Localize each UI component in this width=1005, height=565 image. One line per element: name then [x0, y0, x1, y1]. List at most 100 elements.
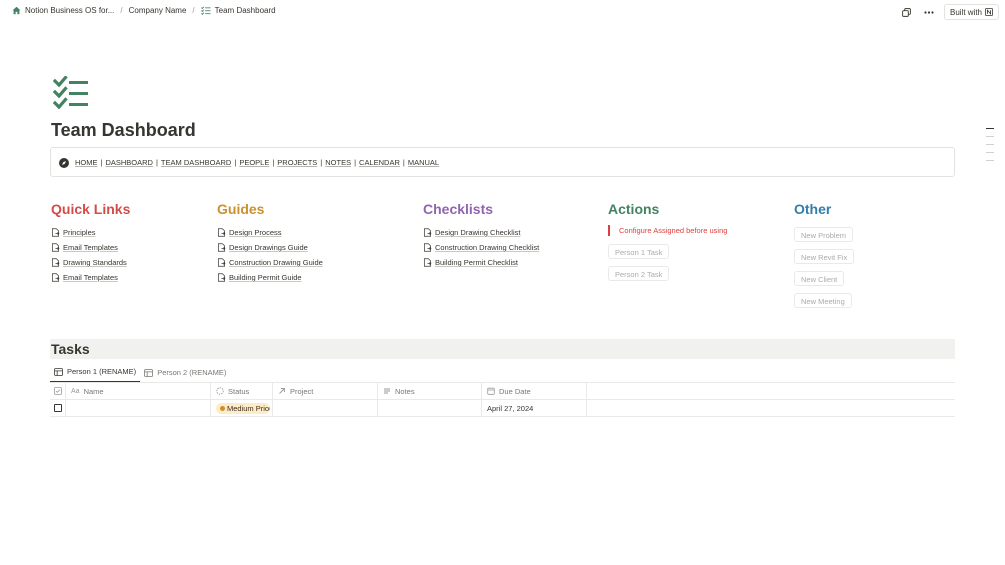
- more-button[interactable]: [922, 5, 936, 19]
- header-name[interactable]: Aa Name: [66, 383, 211, 399]
- tasks-table: Aa Name Status Project Notes Due Date Me…: [50, 383, 955, 417]
- row-name-cell[interactable]: [66, 400, 211, 416]
- new-revit-fix-button[interactable]: New Revit Fix: [794, 249, 855, 264]
- actions-heading: Actions: [608, 201, 660, 217]
- nav-links: HOME | DASHBOARD | TEAM DASHBOARD | PEOP…: [75, 158, 439, 167]
- link-label: Design Process: [229, 228, 282, 237]
- other-heading: Other: [794, 201, 832, 217]
- breadcrumb: Notion Business OS for... / Company Name…: [10, 5, 278, 16]
- outline-marker[interactable]: [986, 152, 994, 153]
- outline-marker[interactable]: [986, 144, 994, 145]
- header-project[interactable]: Project: [273, 383, 378, 399]
- quick-link-principles[interactable]: Principles: [51, 225, 130, 240]
- quick-links-heading: Quick Links: [51, 201, 131, 217]
- nav-link-team-dashboard[interactable]: TEAM DASHBOARD: [161, 158, 231, 167]
- row-empty-cell: [587, 400, 955, 416]
- status-dot-icon: [220, 405, 225, 411]
- quick-link-drawing-standards[interactable]: Drawing Standards: [51, 255, 130, 270]
- page-link-icon: [423, 258, 432, 267]
- person-1-task-button[interactable]: Person 1 Task: [608, 244, 670, 259]
- outline-marker[interactable]: [986, 128, 994, 129]
- nav-separator: |: [320, 157, 323, 167]
- guide-link-design-process[interactable]: Design Process: [217, 225, 323, 240]
- tab-label: Person 1 (RENAME): [67, 367, 137, 376]
- nav-link-calendar[interactable]: CALENDAR: [359, 158, 400, 167]
- nav-separator: |: [234, 157, 237, 167]
- tab-person-1[interactable]: Person 1 (RENAME): [50, 363, 141, 383]
- guides-column: Guides Design Process Design Drawings Gu…: [217, 201, 323, 285]
- page-link-icon: [217, 243, 226, 252]
- nav-link-home[interactable]: HOME: [75, 158, 98, 167]
- duplicate-button[interactable]: [900, 5, 914, 19]
- row-due-date-cell[interactable]: April 27, 2024: [482, 400, 587, 416]
- more-icon: [924, 10, 934, 14]
- nav-link-people[interactable]: PEOPLE: [239, 158, 269, 167]
- table-header-row: Aa Name Status Project Notes Due Date: [50, 383, 955, 400]
- page-link-icon: [217, 273, 226, 282]
- configure-warning-note: Configure Assigned before using: [608, 225, 727, 236]
- done-checkbox[interactable]: [54, 404, 62, 412]
- breadcrumb-label: Company Name: [128, 6, 187, 15]
- status-badge: Medium Priority: [216, 402, 270, 414]
- column-label: Notes: [395, 386, 415, 396]
- nav-callout: HOME | DASHBOARD | TEAM DASHBOARD | PEOP…: [50, 147, 955, 177]
- home-icon: [12, 6, 21, 15]
- tasks-heading-block: Tasks: [50, 339, 955, 359]
- nav-link-dashboard[interactable]: DASHBOARD: [105, 158, 153, 167]
- checklist-link-design-drawing[interactable]: Design Drawing Checklist: [423, 225, 539, 240]
- tasks-heading: Tasks: [51, 341, 90, 357]
- row-notes-cell[interactable]: [378, 400, 482, 416]
- table-row[interactable]: Medium Priority April 27, 2024: [50, 400, 955, 417]
- nav-link-notes[interactable]: NOTES: [325, 158, 351, 167]
- row-checkbox-cell[interactable]: [50, 400, 66, 416]
- checkbox-icon: [54, 387, 62, 395]
- table-of-contents-outline[interactable]: [986, 128, 994, 168]
- breadcrumb-item-workspace[interactable]: Notion Business OS for...: [10, 5, 116, 16]
- breadcrumb-label: Notion Business OS for...: [25, 6, 115, 15]
- guide-link-design-drawings[interactable]: Design Drawings Guide: [217, 240, 323, 255]
- guide-link-construction-drawing[interactable]: Construction Drawing Guide: [217, 255, 323, 270]
- nav-separator: |: [272, 157, 275, 167]
- header-status[interactable]: Status: [211, 383, 273, 399]
- new-problem-button[interactable]: New Problem: [794, 227, 854, 242]
- column-label: Project: [290, 386, 314, 396]
- quick-link-email-templates-2[interactable]: Email Templates: [51, 270, 130, 285]
- built-with-button[interactable]: Built with: [943, 4, 999, 20]
- new-meeting-button[interactable]: New Meeting: [794, 293, 852, 308]
- page-link-icon: [51, 228, 60, 237]
- header-checkbox-cell: [50, 383, 66, 399]
- tab-person-2[interactable]: Person 2 (RENAME): [140, 363, 230, 383]
- page-link-icon: [51, 258, 60, 267]
- checklist-link-building-permit[interactable]: Building Permit Checklist: [423, 255, 539, 270]
- outline-marker[interactable]: [986, 160, 994, 161]
- table-icon: [144, 368, 153, 377]
- compass-icon: [59, 158, 69, 168]
- row-project-cell[interactable]: [273, 400, 378, 416]
- row-status-cell[interactable]: Medium Priority: [211, 400, 273, 416]
- link-label: Principles: [63, 228, 96, 237]
- page-link-icon: [423, 243, 432, 252]
- link-label: Email Templates: [63, 273, 118, 282]
- guide-link-building-permit[interactable]: Building Permit Guide: [217, 270, 323, 285]
- nav-separator: |: [402, 157, 405, 167]
- breadcrumb-item-team-dashboard[interactable]: Team Dashboard: [199, 5, 278, 16]
- quick-link-email-templates[interactable]: Email Templates: [51, 240, 130, 255]
- duplicate-icon: [902, 7, 912, 17]
- header-due-date[interactable]: Due Date: [482, 383, 587, 399]
- top-right-actions: Built with: [900, 4, 999, 20]
- nav-link-projects[interactable]: PROJECTS: [277, 158, 317, 167]
- page-link-icon: [51, 273, 60, 282]
- header-notes[interactable]: Notes: [378, 383, 482, 399]
- nav-link-manual[interactable]: MANUAL: [408, 158, 439, 167]
- page-title: Team Dashboard: [51, 120, 196, 140]
- relation-arrow-icon: [279, 388, 285, 394]
- outline-marker[interactable]: [986, 136, 994, 137]
- checklist-link-construction-drawing[interactable]: Construction Drawing Checklist: [423, 240, 539, 255]
- page-link-icon: [217, 258, 226, 267]
- tasks-view-tabs: Person 1 (RENAME) Person 2 (RENAME): [50, 363, 230, 383]
- breadcrumb-item-company[interactable]: Company Name: [127, 5, 189, 16]
- link-label: Building Permit Checklist: [435, 258, 518, 267]
- new-client-button[interactable]: New Client: [794, 271, 845, 286]
- person-2-task-button[interactable]: Person 2 Task: [608, 266, 670, 281]
- nav-separator: |: [354, 157, 357, 167]
